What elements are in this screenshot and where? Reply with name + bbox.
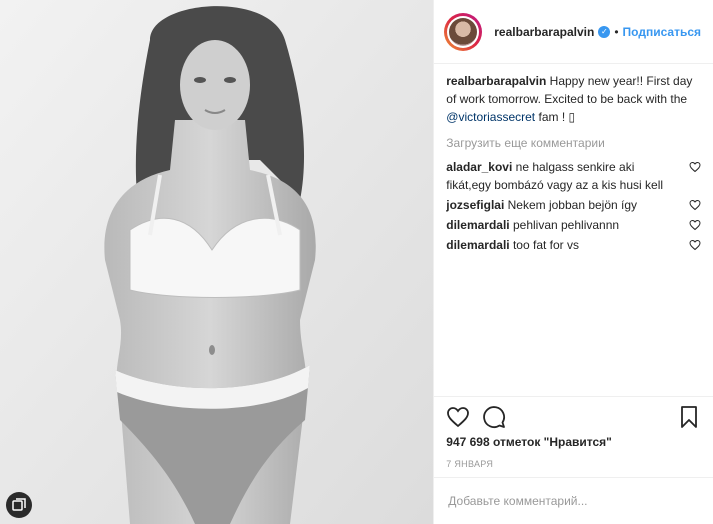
verified-badge-icon: ✓: [598, 25, 611, 38]
comment-like-heart-icon[interactable]: [689, 161, 701, 173]
avatar-image: [449, 17, 478, 46]
comment-username[interactable]: dilemardali: [446, 238, 509, 252]
comment-item: jozsefiglai Nekem jobban bejön így: [446, 196, 701, 214]
comment-body: dilemardali too fat for vs: [446, 236, 689, 254]
post-header: realbarbarapalvin ✓ • Подписаться: [434, 0, 713, 64]
comment-like-heart-icon[interactable]: [689, 199, 701, 211]
likes-count[interactable]: 947 698 отметок "Нравится": [446, 435, 701, 449]
post-actions: 947 698 отметок "Нравится" 7 января: [434, 396, 713, 477]
comment-username[interactable]: aladar_kovi: [446, 160, 512, 174]
instagram-post: realbarbarapalvin ✓ • Подписаться realba…: [0, 0, 713, 524]
comment-input[interactable]: [446, 493, 701, 509]
comment-bubble-icon[interactable]: [482, 405, 506, 429]
comment-text: pehlivan pehlivannn: [512, 218, 620, 232]
post-caption: realbarbarapalvin Happy new year!! First…: [446, 72, 701, 126]
comment-text: Nekem jobban bejön így: [507, 198, 638, 212]
avatar-ring: [447, 15, 480, 48]
caption-username[interactable]: realbarbarapalvin: [446, 74, 546, 88]
add-comment-bar: [434, 477, 713, 524]
heart-icon[interactable]: [446, 405, 470, 429]
comment-username[interactable]: dilemardali: [446, 218, 509, 232]
caption-text-end: fam ! ▯: [538, 110, 576, 124]
post-date[interactable]: 7 января: [446, 459, 701, 469]
comment-item: aladar_kovi ne halgass senkire aki fikát…: [446, 158, 701, 194]
comment-text: too fat for vs: [512, 238, 579, 252]
post-photo[interactable]: [0, 0, 435, 524]
avatar[interactable]: [444, 12, 483, 51]
comment-body: dilemardali pehlivan pehlivannn: [446, 216, 689, 234]
separator-dot: •: [614, 24, 619, 39]
post-sidebar: realbarbarapalvin ✓ • Подписаться realba…: [434, 0, 713, 524]
follow-button[interactable]: Подписаться: [623, 25, 701, 39]
caption-mention-link[interactable]: @victoriassecret: [446, 110, 535, 124]
comment-body: jozsefiglai Nekem jobban bejön így: [446, 196, 689, 214]
comment-item: dilemardali pehlivan pehlivannn: [446, 216, 701, 234]
carousel-icon[interactable]: [6, 492, 32, 518]
bookmark-icon[interactable]: [677, 405, 701, 429]
comment-item: dilemardali too fat for vs: [446, 236, 701, 254]
model-photo-image: [0, 0, 434, 524]
load-more-comments-link[interactable]: Загрузить еще комментарии: [446, 134, 701, 152]
comment-username[interactable]: jozsefiglai: [446, 198, 504, 212]
comment-like-heart-icon[interactable]: [689, 219, 701, 231]
comment-like-heart-icon[interactable]: [689, 239, 701, 251]
comments-list: realbarbarapalvin Happy new year!! First…: [434, 64, 713, 396]
comment-body: aladar_kovi ne halgass senkire aki fikát…: [446, 158, 689, 194]
author-username[interactable]: realbarbarapalvin: [494, 25, 594, 39]
action-bar: [446, 397, 701, 437]
